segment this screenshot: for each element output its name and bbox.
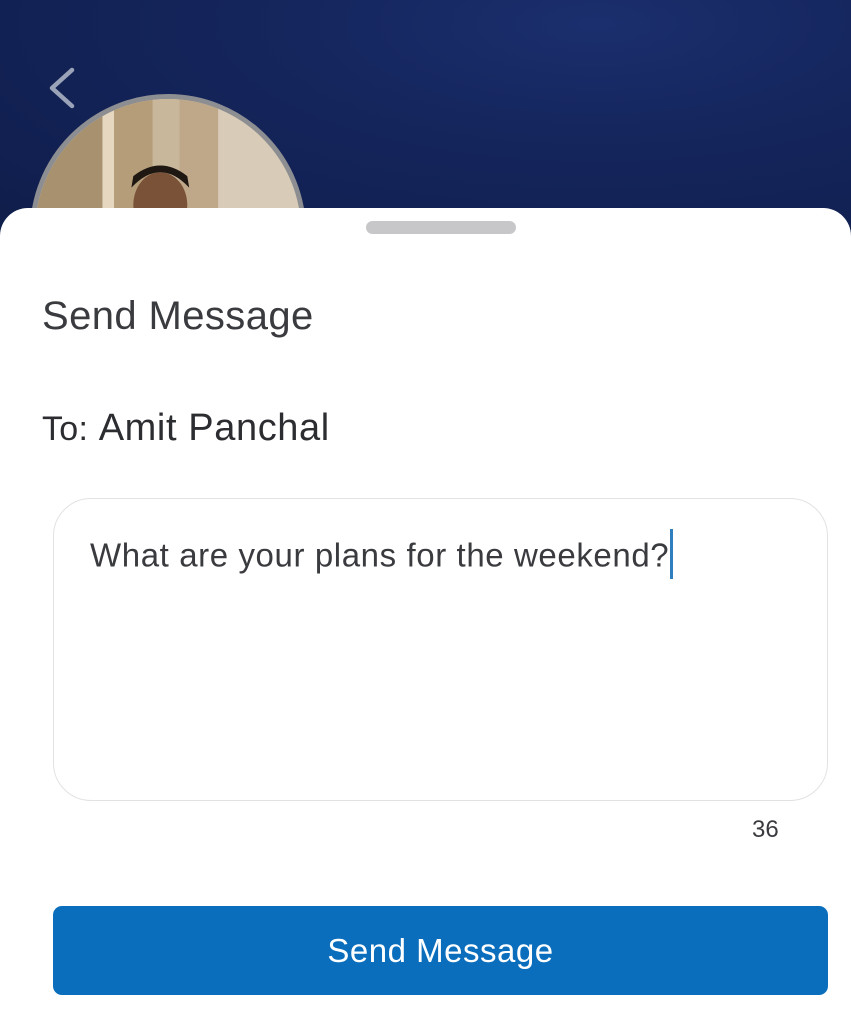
sheet-title: Send Message (42, 294, 314, 338)
character-count: 36 (752, 816, 779, 843)
send-message-sheet: Send Message To: Amit Panchal What are y… (0, 208, 851, 1024)
message-value: What are your plans for the weekend? (90, 536, 670, 574)
recipient-name: Amit Panchal (98, 407, 330, 449)
drag-handle[interactable] (366, 221, 516, 234)
back-button[interactable] (34, 58, 94, 118)
recipient-row: To: Amit Panchal (42, 407, 330, 450)
chevron-left-icon (49, 67, 75, 109)
recipient-prefix: To: (42, 410, 89, 448)
message-input[interactable]: What are your plans for the weekend? (53, 498, 828, 801)
message-text: What are your plans for the weekend? (90, 529, 674, 583)
send-message-screen: Send Message To: Amit Panchal What are y… (0, 0, 851, 1024)
text-caret (670, 529, 674, 579)
send-message-button[interactable]: Send Message (53, 906, 828, 995)
